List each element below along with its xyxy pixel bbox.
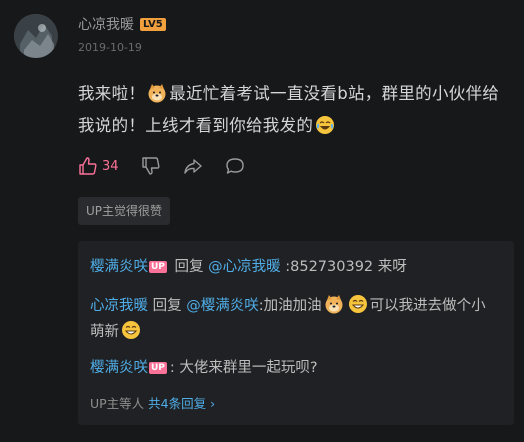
thumb-up-icon [79,157,97,175]
level-badge: LV5 [140,17,166,31]
comment-actions: 34 [78,156,267,176]
more-replies-prefix: UP主等人 [90,396,145,411]
username-row: 心凉我暖 LV5 [78,14,166,34]
grin-emoji [348,295,367,313]
doge-emoji [148,84,166,103]
doge-emoji [325,295,343,314]
up-badge: UP [149,362,167,374]
username[interactable]: 心凉我暖 [78,14,134,34]
reply-text: : 大佬来群里一起玩呗? [169,360,318,376]
reply-author[interactable]: 樱满炎咲 [90,259,148,275]
reply-button[interactable] [225,156,245,176]
laugh-cry-emoji [316,116,335,134]
reply-author[interactable]: 心凉我暖 [90,298,148,314]
reply-verb: 回复 [152,298,182,314]
grin-emoji [122,321,140,339]
replies-panel: 樱满炎咲 UP 回复 @心凉我暖 :852730392 来呀 心凉我暖 回复 @樱… [78,241,514,425]
reply-text: :852730392 来呀 [285,259,407,275]
comment-date: 2019-10-19 [78,41,142,54]
comment-text-part1: 我来啦！ [78,84,146,103]
avatar[interactable] [14,14,58,58]
share-icon [183,159,202,174]
reply-text-part1: :加油加油 [258,298,322,314]
thumb-down-icon [141,157,160,175]
reply-item: 心凉我暖 回复 @樱满炎咲:加油加油 可以我进去做个小萌新 [90,293,500,345]
comment-text: 我来啦！ 最近忙着考试一直没看b站，群里的小伙伴给我说的！上线才看到你给我发的 [78,78,508,142]
reply-item: 樱满炎咲 UP: 大佬来群里一起玩呗? [90,355,500,381]
share-button[interactable] [183,156,203,176]
like-count: 34 [102,158,119,174]
reply-author[interactable]: 樱满炎咲 [90,360,148,376]
dislike-button[interactable] [141,156,161,176]
comment-icon [225,158,244,174]
up-badge: UP [149,261,167,273]
reply-mention[interactable]: @心凉我暖 [208,259,281,275]
like-button[interactable]: 34 [78,156,119,176]
reply-verb: 回复 [174,259,204,275]
reply-item: 樱满炎咲 UP 回复 @心凉我暖 :852730392 来呀 [90,254,500,280]
more-replies-link[interactable]: 共4条回复 › [148,396,215,411]
more-replies: UP主等人 共4条回复 › [90,393,215,412]
reply-mention[interactable]: @樱满炎咲 [186,298,259,314]
up-liked-tag: UP主觉得很赞 [78,197,171,225]
